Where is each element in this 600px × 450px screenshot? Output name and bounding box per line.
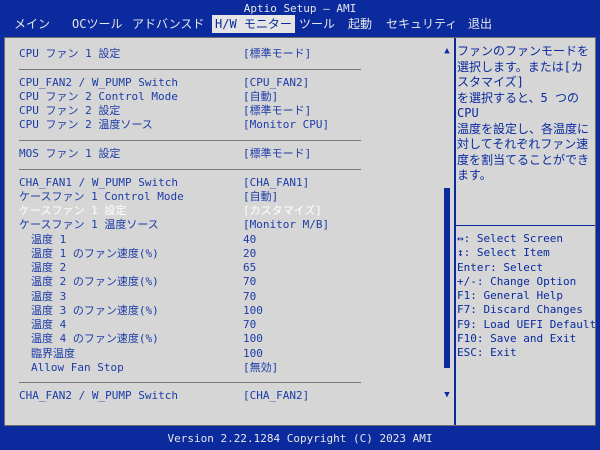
setting-value[interactable]: [標準モード] (243, 47, 311, 61)
footer-bar: Version 2.22.1284 Copyright (C) 2023 AMI (0, 430, 600, 450)
version-text: Version 2.22.1284 Copyright (C) 2023 AMI (167, 432, 433, 445)
divider (19, 382, 361, 383)
setting-label: 温度 1 のファン速度(%) (31, 247, 159, 260)
setting-label: CPU_FAN2 / W_PUMP Switch (19, 76, 178, 89)
setting-label: 温度 2 (31, 261, 67, 274)
setting-value[interactable]: 70 (243, 275, 256, 289)
setting-value[interactable]: [無効] (243, 361, 278, 375)
setting-value[interactable]: 70 (243, 318, 256, 332)
setting-label: 温度 2 のファン速度(%) (31, 275, 159, 288)
title-bar: Aptio Setup – AMI メイン OCツール アドバンスド H/W モ… (0, 0, 600, 35)
setting-label: CHA_FAN2 / W_PUMP Switch (19, 389, 178, 402)
key-hint: ESC: Exit (457, 346, 517, 360)
tab-exit[interactable]: 退出 (468, 15, 492, 33)
setting-label: 臨界温度 (31, 347, 75, 360)
setting-value[interactable]: 40 (243, 233, 256, 247)
setting-value[interactable]: [Monitor CPU] (243, 118, 329, 132)
setting-label: CPU ファン 2 温度ソース (19, 118, 153, 131)
setting-label: CHA_FAN1 / W_PUMP Switch (19, 176, 178, 189)
setting-value[interactable]: [標準モード] (243, 104, 311, 118)
tab-oc-tool[interactable]: OCツール (72, 15, 122, 33)
key-hint: F1: General Help (457, 289, 563, 303)
key-hint: ↕: Select Item (457, 246, 550, 260)
key-hint: Enter: Select (457, 260, 544, 274)
panel-divider (454, 38, 456, 425)
divider (19, 169, 361, 170)
app-title: Aptio Setup – AMI (243, 2, 357, 15)
key-hint: F10: Save and Exit (457, 332, 577, 346)
setting-value[interactable]: [CHA_FAN1] (243, 176, 309, 190)
setting-label: ケースファン 1 Control Mode (19, 190, 184, 203)
setting-label: Allow Fan Stop (31, 361, 124, 374)
setting-value[interactable]: 100 (243, 347, 263, 361)
setting-value[interactable]: 70 (243, 290, 256, 304)
setting-value[interactable]: [カスタマイズ] (243, 204, 322, 218)
key-hint: +/-: Change Option (457, 274, 577, 288)
key-legend: ↔: Select Screen ↕: Select Item Enter: S… (457, 232, 600, 361)
setting-value[interactable]: [自動] (243, 90, 278, 104)
settings-panel: CPU ファン 1 設定 [標準モード] CPU_FAN2 / W_PUMP S… (4, 37, 600, 426)
tab-hw-monitor[interactable]: H/W モニター (212, 15, 295, 33)
tab-security[interactable]: セキュリティ (386, 15, 457, 33)
setting-label: 温度 1 (31, 233, 67, 246)
setting-label: 温度 4 のファン速度(%) (31, 332, 159, 345)
setting-value[interactable]: [標準モード] (243, 147, 311, 161)
setting-label: MOS ファン 1 設定 (19, 147, 121, 160)
setting-label: 温度 4 (31, 318, 67, 331)
help-text: ファンのファンモードを選択します。または[カスタマイズ] を選択すると、5 つの… (457, 44, 590, 182)
setting-label: 温度 3 のファン速度(%) (31, 304, 159, 317)
scroll-up-arrow-icon[interactable]: ▲ (442, 46, 452, 56)
setting-label: CPU ファン 1 設定 (19, 47, 121, 60)
setting-label: CPU ファン 2 設定 (19, 104, 121, 117)
tab-advanced[interactable]: アドバンスド (132, 15, 204, 33)
tab-main[interactable]: メイン (14, 15, 50, 33)
setting-value[interactable]: 100 (243, 332, 263, 346)
tab-tool[interactable]: ツール (299, 15, 335, 33)
setting-value[interactable]: [Monitor M/B] (243, 218, 329, 232)
divider (19, 140, 361, 141)
setting-value[interactable]: [CHA_FAN2] (243, 389, 309, 403)
setting-label: ケースファン 1 設定 (19, 204, 127, 217)
tab-boot[interactable]: 起動 (348, 15, 372, 33)
key-hint: F9: Load UEFI Defaults (457, 317, 600, 331)
key-hint: ↔: Select Screen (457, 232, 563, 245)
scroll-down-arrow-icon[interactable]: ▼ (442, 390, 452, 400)
scrollbar-thumb[interactable] (444, 188, 450, 368)
setting-value[interactable]: 20 (243, 247, 256, 261)
setting-label: ケースファン 1 温度ソース (19, 218, 159, 231)
help-divider (456, 225, 595, 226)
menu-bar: メイン OCツール アドバンスド H/W モニター ツール 起動 セキュリティ … (0, 15, 600, 33)
setting-value[interactable]: 65 (243, 261, 256, 275)
setting-value[interactable]: [自動] (243, 190, 278, 204)
divider (19, 69, 361, 70)
key-hint: F7: Discard Changes (457, 303, 583, 317)
setting-label: 温度 3 (31, 290, 67, 303)
setting-value[interactable]: [CPU_FAN2] (243, 76, 309, 90)
setting-label: CPU ファン 2 Control Mode (19, 90, 178, 103)
setting-value[interactable]: 100 (243, 304, 263, 318)
